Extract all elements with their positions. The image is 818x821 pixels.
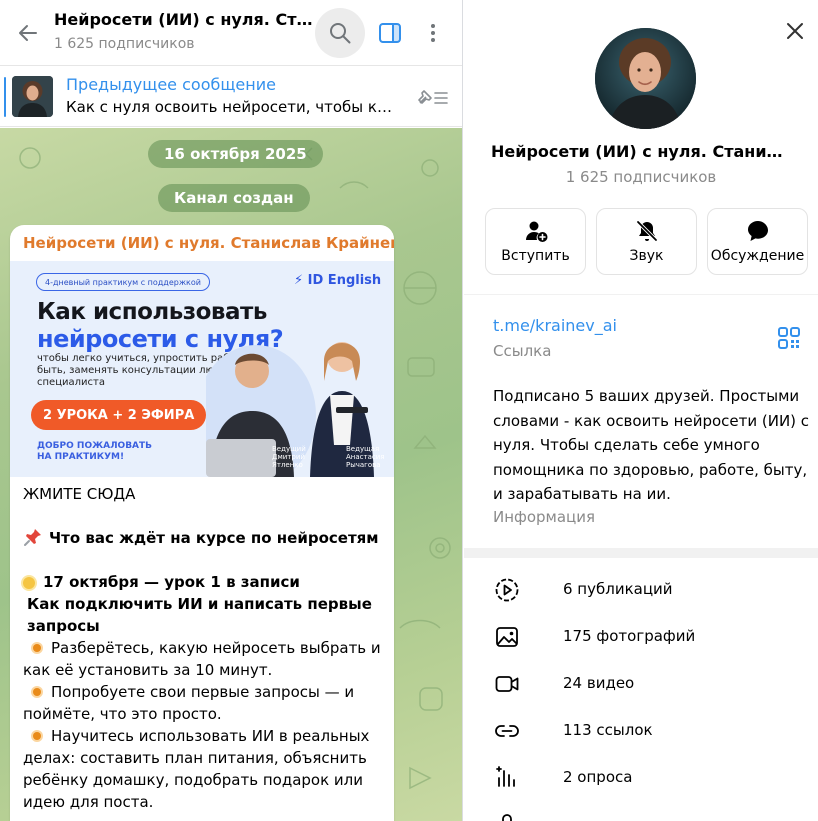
pinned-indicator xyxy=(4,77,6,117)
stories-icon xyxy=(495,578,519,602)
message-line-2: Что вас ждёт на курсе по нейросетям xyxy=(49,529,379,547)
join-button[interactable]: Вступить xyxy=(485,208,586,275)
media-row-videos[interactable]: 24 видео xyxy=(464,661,818,707)
message-bubble[interactable]: Нейросети (ИИ) с нуля. Станислав Крайнев… xyxy=(10,225,394,821)
host-2-name: Анастасия Рычагова xyxy=(346,453,385,469)
pin-list-icon xyxy=(418,90,448,104)
promo-welcome: ДОБРО ПОЖАЛОВАТЬ НА ПРАКТИКУМ! xyxy=(37,441,153,462)
chat-title[interactable]: Нейросети (ИИ) с нуля. Станислав Крайнев xyxy=(54,10,316,29)
channel-subscribers: 1 625 подписчиков xyxy=(565,168,717,186)
channel-description: Подписано 5 ваших друзей. Простыми слова… xyxy=(493,387,810,503)
pinned-message-bar[interactable]: Предыдущее сообщение Как с нуля освоить … xyxy=(0,67,462,127)
media-row-label: 24 видео xyxy=(563,674,635,692)
qr-code-icon xyxy=(778,327,800,349)
message-line-4: Как подключить ИИ и написать первые запр… xyxy=(27,595,372,635)
bullet-icon xyxy=(33,687,41,696)
video-icon xyxy=(495,676,519,692)
sun-emoji-icon xyxy=(23,576,35,589)
host-1-caption: Ведущий Дмитрий Ятленко xyxy=(272,445,312,469)
media-row-label: 113 ссылок xyxy=(563,721,653,739)
channel-avatar[interactable] xyxy=(595,28,696,129)
link-icon xyxy=(495,725,519,737)
sound-button-label: Звук xyxy=(629,248,664,264)
close-button[interactable] xyxy=(777,13,813,49)
chat-pane: Нейросети (ИИ) с нуля. Станислав Крайнев… xyxy=(0,0,463,821)
promo-headline-1: Как использовать xyxy=(37,299,267,325)
message-bullet-2: Попробуете свои первые запросы — и поймё… xyxy=(23,683,355,723)
bullet-icon xyxy=(33,643,41,652)
divider xyxy=(464,294,818,295)
media-row-label: 175 фотографий xyxy=(563,627,696,645)
channel-info-pane: Нейросети (ИИ) с нуля. Станислав Крайнев… xyxy=(464,0,818,821)
discussion-button[interactable]: Обсуждение xyxy=(707,208,808,275)
chat-header: Нейросети (ИИ) с нуля. Станислав Крайнев… xyxy=(0,0,462,66)
qr-code-button[interactable] xyxy=(776,325,802,351)
date-separator: 16 октября 2025 xyxy=(148,140,323,168)
pushpin-emoji-icon xyxy=(24,529,41,546)
channel-title: Нейросети (ИИ) с нуля. Станислав Крайнев xyxy=(464,142,818,161)
media-row-photos[interactable]: 175 фотографий xyxy=(464,614,818,660)
host-1-role: Ведущий xyxy=(272,445,306,453)
promo-brand-name: ID English xyxy=(307,273,382,288)
channel-description-label: Информация xyxy=(493,508,596,526)
join-button-label: Вступить xyxy=(501,248,570,264)
message-bullet-3: Научитесь использовать ИИ в реальных дел… xyxy=(23,727,370,811)
arrow-left-icon xyxy=(19,25,37,41)
chat-bubble-icon xyxy=(747,221,768,241)
more-vertical-icon xyxy=(431,24,435,42)
message-bullet-1: Разберётесь, какую нейросеть выбрать и к… xyxy=(23,639,381,679)
back-button[interactable] xyxy=(8,13,48,53)
media-row-more[interactable] xyxy=(464,802,818,821)
photo-icon xyxy=(496,627,518,647)
media-row-links[interactable]: 113 ссылок xyxy=(464,708,818,754)
promo-cta-badge: 2 УРОКА + 2 ЭФИРА xyxy=(31,400,207,430)
pinned-list-button[interactable] xyxy=(412,81,452,113)
more-menu-button[interactable] xyxy=(408,8,458,58)
promo-brand-logo: ⚡ ID English xyxy=(294,273,382,288)
sidebar-panel-icon xyxy=(379,23,401,43)
message-list[interactable]: 16 октября 2025 Канал создан Нейросети (… xyxy=(0,128,462,821)
bullet-icon xyxy=(33,731,41,740)
media-row-label: 6 публикаций xyxy=(563,580,673,598)
section-divider xyxy=(464,548,818,558)
channel-link[interactable]: t.me/krainev_ai xyxy=(493,316,617,335)
host-2-caption: Ведущая Анастасия Рычагова xyxy=(346,445,390,469)
promo-image[interactable]: 4-дневный практикум с поддержкой ⚡ ID En… xyxy=(10,261,394,477)
message-line-1[interactable]: ЖМИТЕ СЮДА xyxy=(23,483,385,505)
join-icon xyxy=(525,221,547,242)
host-2-role: Ведущая xyxy=(346,445,380,453)
poll-icon xyxy=(496,766,515,787)
close-icon xyxy=(787,23,803,39)
channel-link-label: Ссылка xyxy=(493,342,552,360)
message-text: ЖМИТЕ СЮДА Что вас ждёт на курсе по нейр… xyxy=(23,483,385,813)
media-row-polls[interactable]: 2 опроса xyxy=(464,755,818,801)
pinned-thumbnail xyxy=(12,76,53,117)
pinned-title: Предыдущее сообщение xyxy=(66,75,276,94)
service-message-created: Канал создан xyxy=(158,184,310,212)
mic-icon xyxy=(502,814,512,821)
message-line-3: 17 октября — урок 1 в записи xyxy=(43,573,300,591)
host-1-name: Дмитрий Ятленко xyxy=(272,453,305,469)
message-author[interactable]: Нейросети (ИИ) с нуля. Станислав Крайнев xyxy=(23,234,394,252)
discussion-button-label: Обсуждение xyxy=(710,248,805,264)
search-button[interactable] xyxy=(315,8,365,58)
sound-button[interactable]: Звук xyxy=(596,208,697,275)
media-row-label: 2 опроса xyxy=(563,768,633,786)
search-icon xyxy=(330,23,351,44)
promo-tag: 4-дневный практикум с поддержкой xyxy=(36,273,210,291)
channel-title-text: Нейросети (ИИ) с нуля. Станислав Крайнев xyxy=(491,142,791,161)
mute-bell-icon xyxy=(636,220,657,242)
pinned-text: Как с нуля освоить нейросети, чтобы ко..… xyxy=(66,98,394,116)
media-row-publications[interactable]: 6 публикаций xyxy=(464,567,818,613)
chat-subscribers: 1 625 подписчиков xyxy=(54,36,195,52)
